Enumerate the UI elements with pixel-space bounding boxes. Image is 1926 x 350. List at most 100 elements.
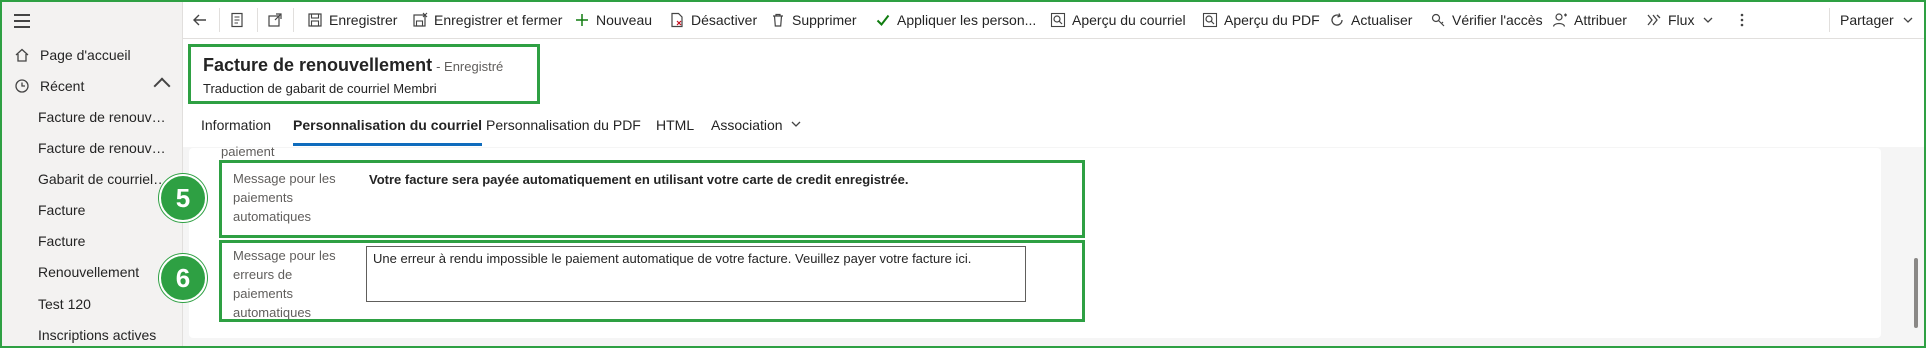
tab-pdf-customization[interactable]: Personnalisation du PDF [486,117,641,141]
flow-label: Flux [1668,12,1695,28]
label-line: erreurs de [233,267,293,282]
toolbar-divider [257,8,258,32]
save-label: Enregistrer [329,12,398,28]
record-subtitle: Traduction de gabarit de courriel Membri [203,81,437,96]
label-line: Message pour les [233,171,336,186]
refresh-label: Actualiser [1351,12,1413,28]
vertical-scrollbar[interactable] [1914,258,1918,328]
recent-item[interactable]: Test 120 [2,289,182,319]
auto-payment-message-value[interactable]: Votre facture sera payée automatiquement… [369,172,908,187]
label-line: automatiques [233,305,312,320]
recent-item-label: Gabarit de courriels ... [38,171,172,187]
document-icon [231,12,243,28]
assign-button[interactable]: Attribuer [1552,2,1627,38]
chevron-down-icon [1703,17,1713,23]
recent-item-label: Facture de renouvell... [38,140,172,156]
share-dropdown[interactable]: Partager [1830,2,1920,38]
clock-icon [15,79,29,93]
record-header: Facture de renouvellement - Enregistré Tr… [183,39,1924,147]
form-content: paiement Message pour les paiements auto… [183,144,1924,344]
save-button[interactable]: Enregistrer [307,2,397,38]
recent-item[interactable]: Facture de renouvell... [2,133,182,163]
recent-item[interactable]: Facture [2,195,182,225]
preview-email-label: Aperçu du courriel [1072,12,1186,28]
main-area: Enregistrer Enregistrer et fermer Nouvea… [183,2,1924,346]
check-access-icon [1431,13,1445,27]
recent-item[interactable]: Facture [2,226,182,256]
toolbar-divider [293,8,294,32]
tab-association-label: Association [711,117,783,133]
toolbar-divider [219,8,220,32]
nav-home-label: Page d'accueil [40,47,131,63]
apply-customizations-button[interactable]: Appliquer les person... [875,2,1036,38]
preview-search-icon [1050,12,1066,28]
assign-label: Attribuer [1574,12,1627,28]
tab-html[interactable]: HTML [656,117,694,141]
tab-information[interactable]: Information [201,117,271,141]
record-title-text: Facture de renouvellement [203,55,433,75]
person-icon [1552,13,1567,27]
preview-pdf-button[interactable]: Aperçu du PDF [1202,2,1320,38]
payment-error-label: Message pour les erreurs de paiements au… [233,246,336,322]
refresh-button[interactable]: Actualiser [1329,2,1412,38]
auto-payment-label: Message pour les paiements automatiques [233,169,336,226]
recent-item-label: Facture de renouvell... [38,109,172,125]
open-new-window-button[interactable] [267,2,289,38]
nav-recent-label: Récent [40,78,85,94]
tab-bar: Information Personnalisation du courriel… [183,109,1924,147]
callout-badge-6: 6 [159,254,207,302]
recent-item[interactable]: Gabarit de courriels ... [2,164,182,194]
record-status: - Enregistré [436,59,504,74]
new-button[interactable]: Nouveau [574,2,652,38]
command-bar: Enregistrer Enregistrer et fermer Nouvea… [183,2,1924,39]
open-in-new-window-icon [268,13,282,27]
tab-email-customization[interactable]: Personnalisation du courriel [293,117,483,146]
delete-label: Supprimer [792,12,857,28]
left-nav: Page d'accueil Récent Facture de renouve… [2,2,183,346]
more-commands-button[interactable] [1739,2,1751,38]
recent-item-label: Facture [38,202,86,218]
new-label: Nouveau [596,12,653,28]
home-icon [15,48,29,62]
form-section-card: paiement Message pour les paiements auto… [189,144,1881,338]
apply-customizations-label: Appliquer les person... [897,12,1037,28]
nav-item-recent[interactable]: Récent [2,71,182,101]
back-arrow-icon [193,14,206,26]
chevron-down-icon [1903,17,1913,23]
deactivate-button[interactable]: Désactiver [669,2,757,38]
form-view-button[interactable] [229,2,251,38]
nav-item-home[interactable]: Page d'accueil [2,40,182,70]
back-button[interactable] [191,2,215,38]
hamburger-menu-icon[interactable] [14,14,30,28]
delete-button[interactable]: Supprimer [770,2,857,38]
payment-error-message-field[interactable]: Une erreur à rendu impossible le paiemen… [366,246,1026,302]
record-title: Facture de renouvellement - Enregistré [203,55,503,76]
label-line: paiements [233,286,293,301]
callout-badge-5: 5 [159,174,207,222]
recent-item[interactable]: Inscriptions actives [2,320,182,350]
preview-email-button[interactable]: Aperçu du courriel [1050,2,1186,38]
recent-item-label: Inscriptions actives [38,327,157,343]
recent-item-label: Facture [38,233,86,249]
checkmark-icon [876,14,890,27]
flow-icon [1647,14,1661,26]
partial-field-label: paiement [221,144,275,159]
check-access-button[interactable]: Vérifier l'accès [1430,2,1543,38]
recent-item[interactable]: Renouvellement [2,257,182,287]
deactivate-label: Désactiver [691,12,758,28]
recent-item[interactable]: Facture de renouvell... [2,102,182,132]
save-icon [308,13,322,27]
label-line: automatiques [233,209,312,224]
share-label: Partager [1840,12,1894,28]
label-line: paiements [233,190,293,205]
flow-dropdown[interactable]: Flux [1646,2,1720,38]
more-vertical-icon [1740,13,1744,27]
save-and-close-label: Enregistrer et fermer [434,12,563,28]
recent-item-label: Renouvellement [38,264,140,280]
save-and-close-button[interactable]: Enregistrer et fermer [412,2,562,38]
tab-association[interactable]: Association [711,117,802,141]
label-line: Message pour les [233,248,336,263]
save-close-icon [413,12,428,27]
check-access-label: Vérifier l'accès [1452,12,1543,28]
trash-icon [773,13,783,27]
